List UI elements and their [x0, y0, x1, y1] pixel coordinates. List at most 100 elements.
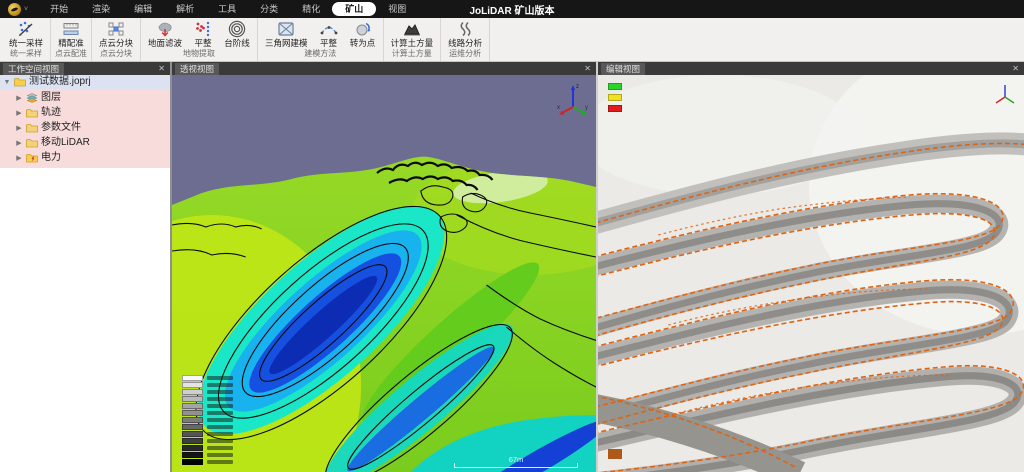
- tree-item-layers[interactable]: ▶ 图层: [0, 90, 170, 105]
- axis-gizmo-2d[interactable]: [992, 81, 1018, 107]
- bench-line-icon: [227, 20, 247, 38]
- class-legend: [608, 83, 622, 112]
- workspace-panel-header: 工作空间视图 ✕: [0, 62, 170, 75]
- hillshade-2d-render: [598, 75, 1024, 472]
- ground-filter-button[interactable]: 地面滤波: [144, 19, 186, 48]
- ribbon-group-uniform-sampling: 统一采样 统一采样: [2, 18, 51, 61]
- point-cloud-tiling-button[interactable]: 点云分块: [95, 19, 137, 48]
- ribbon-group-label: 地物提取: [144, 48, 254, 61]
- smooth-button[interactable]: 平整: [312, 19, 346, 48]
- folder-icon: [26, 123, 38, 133]
- viewport-2d-header: 编辑视图 ✕: [598, 62, 1024, 75]
- viewport-3d: 透视视图 ✕: [172, 62, 598, 472]
- axis-gizmo-3d[interactable]: z x y: [556, 81, 590, 117]
- svg-text:z: z: [576, 84, 579, 90]
- ribbon-group-analysis: 线路分析 运维分析: [441, 18, 490, 61]
- titlebar-caret-icon[interactable]: ˅: [24, 6, 28, 13]
- viewport-2d: 编辑视图 ✕: [598, 62, 1024, 472]
- chevron-right-icon[interactable]: ▶: [15, 109, 23, 117]
- app-logo-icon[interactable]: [8, 3, 21, 16]
- elevation-legend: [182, 375, 233, 466]
- fine-registration-icon: [61, 20, 81, 38]
- tree-item-trajectory[interactable]: ▶ 轨迹: [0, 105, 170, 120]
- menu-bar: 开始 渲染 编辑 解析 工具 分类 精化 矿山 视图: [38, 2, 418, 16]
- legend-swatch-green: [608, 83, 622, 90]
- terrain-3d-render: [172, 75, 596, 472]
- menu-refine[interactable]: 精化: [290, 2, 332, 16]
- tree-item-power[interactable]: ▶ 电力: [0, 150, 170, 165]
- menu-edit[interactable]: 编辑: [122, 2, 164, 16]
- fine-registration-button[interactable]: 精配准: [54, 19, 88, 48]
- smooth-icon: [319, 20, 339, 38]
- menu-view[interactable]: 视图: [376, 2, 418, 16]
- flatten-button[interactable]: 平整: [186, 19, 220, 48]
- ribbon-group-registration: 精配准 点云配准: [51, 18, 92, 61]
- main-area: 工作空间视图 ✕ ▼ 测试数据.joprj ▶: [0, 62, 1024, 472]
- scale-line: [454, 463, 578, 468]
- viewport-3d-header: 透视视图 ✕: [172, 62, 596, 75]
- legend-swatch-yellow: [608, 94, 622, 101]
- tin-modeling-button[interactable]: 三角网建模: [261, 19, 312, 48]
- titlebar: ˅ 开始 渲染 编辑 解析 工具 分类 精化 矿山 视图 JoLiDAR 矿山版…: [0, 0, 1024, 18]
- uniform-sampling-button[interactable]: 统一采样: [5, 19, 47, 48]
- ribbon-group-label: 计算土方量: [387, 48, 438, 61]
- tree-children-block: ▶ 图层 ▶ 轨迹 ▶: [0, 89, 170, 168]
- tin-modeling-icon: [276, 20, 296, 38]
- ribbon-group-label: 点云配准: [54, 48, 88, 61]
- viewport-2d-title: 编辑视图: [601, 63, 645, 75]
- to-points-icon: [353, 20, 373, 38]
- point-cloud-tiling-icon: [106, 20, 126, 38]
- menu-classify[interactable]: 分类: [248, 2, 290, 16]
- viewport-3d-canvas[interactable]: 67m z x y: [172, 75, 596, 472]
- viewport-2d-canvas[interactable]: [598, 75, 1024, 472]
- ribbon-toolbar: 统一采样 统一采样 精配准 点云配准: [0, 18, 1024, 62]
- close-icon[interactable]: ✕: [582, 65, 593, 73]
- viewport-3d-title: 透视视图: [175, 63, 219, 75]
- chevron-down-icon[interactable]: ▼: [3, 79, 11, 86]
- menu-tools[interactable]: 工具: [206, 2, 248, 16]
- chevron-right-icon[interactable]: ▶: [15, 124, 23, 132]
- corner-swatch: [608, 449, 622, 459]
- ribbon-group-modeling: 三角网建模 平整 转为点 建模方法: [258, 18, 384, 61]
- uniform-sampling-icon: [16, 20, 36, 38]
- route-analysis-button[interactable]: 线路分析: [444, 19, 486, 48]
- tree-item-parameter-files[interactable]: ▶ 参数文件: [0, 120, 170, 135]
- svg-text:x: x: [557, 105, 560, 111]
- app-title: JoLiDAR 矿山版本: [470, 2, 555, 17]
- chevron-right-icon[interactable]: ▶: [15, 139, 23, 147]
- earthwork-icon: [402, 20, 422, 38]
- bench-line-button[interactable]: 台阶线: [220, 19, 254, 48]
- tree-item-mobile-lidar[interactable]: ▶ 移动LiDAR: [0, 135, 170, 150]
- menu-analyze[interactable]: 解析: [164, 2, 206, 16]
- to-points-button[interactable]: 转为点: [346, 19, 380, 48]
- legend-swatch-red: [608, 105, 622, 112]
- ribbon-group-tiling: 点云分块 点云分块: [92, 18, 141, 61]
- svg-text:y: y: [585, 105, 588, 111]
- earthwork-button[interactable]: 计算土方量: [387, 19, 438, 48]
- application-window: ˅ 开始 渲染 编辑 解析 工具 分类 精化 矿山 视图 JoLiDAR 矿山版…: [0, 0, 1024, 472]
- route-analysis-icon: [455, 20, 475, 38]
- flatten-icon: [193, 20, 213, 38]
- menu-start[interactable]: 开始: [38, 2, 80, 16]
- tree-root-project[interactable]: ▼ 测试数据.joprj: [0, 75, 170, 89]
- ground-filter-icon: [155, 20, 175, 38]
- workspace-tree: ▼ 测试数据.joprj ▶ 图层 ▶: [0, 75, 170, 472]
- workspace-panel: 工作空间视图 ✕ ▼ 测试数据.joprj ▶: [0, 62, 172, 472]
- scale-bar: 67m: [454, 456, 578, 469]
- close-icon[interactable]: ✕: [156, 65, 167, 73]
- close-icon[interactable]: ✕: [1010, 65, 1021, 73]
- folder-icon: [26, 138, 38, 148]
- folder-icon: [26, 108, 38, 118]
- layers-icon: [26, 93, 38, 103]
- power-folder-icon: [26, 153, 38, 163]
- ribbon-group-earthwork: 计算土方量 计算土方量: [384, 18, 442, 61]
- chevron-right-icon[interactable]: ▶: [15, 154, 23, 162]
- workspace-panel-title: 工作空间视图: [3, 63, 64, 75]
- ribbon-group-label: 运维分析: [444, 48, 486, 61]
- folder-icon: [14, 77, 26, 87]
- ribbon-group-label: 点云分块: [95, 48, 137, 61]
- menu-render[interactable]: 渲染: [80, 2, 122, 16]
- menu-mine[interactable]: 矿山: [332, 2, 376, 16]
- chevron-right-icon[interactable]: ▶: [15, 94, 23, 102]
- ribbon-group-label: 建模方法: [261, 48, 380, 61]
